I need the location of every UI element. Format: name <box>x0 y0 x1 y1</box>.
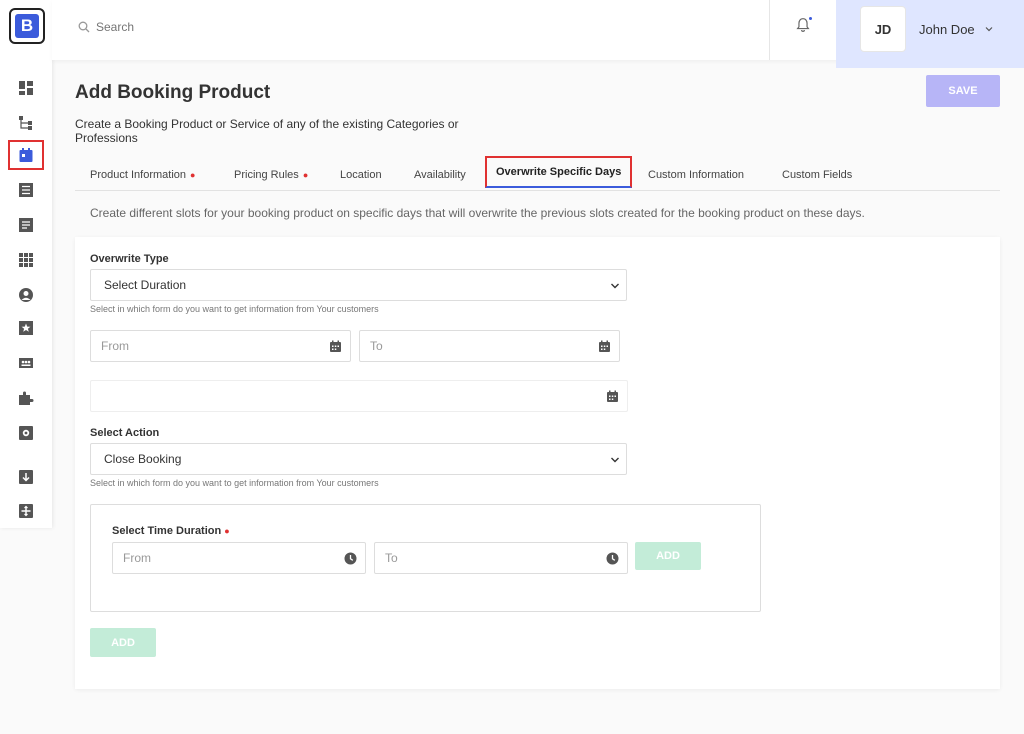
user-name: John Doe <box>919 22 975 37</box>
sidebar-item-hierarchy[interactable] <box>8 108 44 138</box>
overwrite-type-select[interactable]: Select Duration <box>90 269 627 301</box>
tab-label: Pricing Rules <box>234 169 299 181</box>
overwrite-form-card: Overwrite Type Select Duration Select in… <box>75 237 1000 689</box>
tab-availability[interactable]: Availability <box>414 159 466 190</box>
add-overwrite-button[interactable]: ADD <box>90 628 156 657</box>
select-action-value: Close Booking <box>104 452 182 466</box>
to-date-field[interactable] <box>359 330 620 362</box>
sidebar: B <box>0 0 52 528</box>
puzzle-icon <box>19 391 34 405</box>
tab-bar: Product Information ● Pricing Rules ● Loca… <box>75 156 1000 191</box>
tab-label: Overwrite Specific Days <box>496 166 622 178</box>
required-dot: ● <box>302 170 309 180</box>
brand-logo[interactable]: B <box>9 8 45 44</box>
tab-label: Custom Fields <box>782 169 853 181</box>
sidebar-item-download[interactable] <box>8 462 44 492</box>
to-date-input[interactable] <box>370 339 570 353</box>
hierarchy-icon <box>19 116 32 130</box>
sidebar-item-grid[interactable] <box>8 245 44 275</box>
overwrite-type-help: Select in which form do you want to get … <box>90 304 379 314</box>
gear-icon <box>19 426 33 440</box>
select-action-help: Select in which form do you want to get … <box>90 478 379 488</box>
sidebar-item-calendar[interactable] <box>8 140 44 170</box>
search-input[interactable] <box>96 20 296 34</box>
time-duration-label-text: Select Time Duration <box>112 525 222 537</box>
from-date-input[interactable] <box>101 339 301 353</box>
dashboard-icon <box>19 81 33 95</box>
sidebar-item-user[interactable] <box>8 280 44 310</box>
sidebar-item-expand[interactable] <box>8 496 44 526</box>
time-from-field[interactable] <box>112 542 366 574</box>
search-icon <box>78 21 90 33</box>
clock-icon <box>606 552 619 565</box>
tab-custom-fields[interactable]: Custom Fields <box>782 159 852 190</box>
topbar-divider <box>769 0 770 60</box>
sidebar-item-star[interactable] <box>8 313 44 343</box>
user-menu[interactable]: JD John Doe <box>836 0 1024 68</box>
expand-icon <box>19 504 33 518</box>
tab-location[interactable]: Location <box>340 159 382 190</box>
chevron-down-icon <box>985 27 993 32</box>
sidebar-item-dashboard[interactable] <box>8 73 44 103</box>
time-duration-label: Select Time Duration ● <box>112 525 230 537</box>
topbar: JD John Doe <box>52 0 1024 68</box>
time-to-field[interactable] <box>374 542 628 574</box>
overwrite-type-value: Select Duration <box>104 278 187 292</box>
notification-dot <box>808 16 813 21</box>
download-icon <box>19 470 33 484</box>
tab-pricing-rules[interactable]: Pricing Rules ● <box>234 159 308 190</box>
tab-description: Create different slots for your booking … <box>90 206 865 220</box>
sidebar-item-group[interactable] <box>8 348 44 378</box>
notifications-button[interactable] <box>794 16 814 36</box>
select-action-select[interactable]: Close Booking <box>90 443 627 475</box>
chevron-down-icon <box>611 283 619 289</box>
required-dot: ● <box>224 526 230 536</box>
tab-label: Product Information <box>90 169 186 181</box>
save-button[interactable]: SAVE <box>926 75 1000 107</box>
group-icon <box>19 358 33 368</box>
sidebar-item-puzzle[interactable] <box>8 383 44 413</box>
page-subtitle: Create a Booking Product or Service of a… <box>75 117 459 145</box>
tab-label: Availability <box>414 169 466 181</box>
sidebar-item-document[interactable] <box>8 210 44 240</box>
list-icon <box>19 183 33 197</box>
calendar-icon <box>330 340 341 352</box>
logo-letter: B <box>15 14 39 38</box>
time-duration-box: Select Time Duration● ADD <box>90 504 761 612</box>
sidebar-item-list[interactable] <box>8 175 44 205</box>
from-date-field[interactable] <box>90 330 351 362</box>
document-icon <box>19 218 33 232</box>
tab-label: Custom Information <box>648 169 744 181</box>
add-time-slot-button[interactable]: ADD <box>635 542 701 570</box>
star-icon <box>19 321 33 335</box>
specific-date-field[interactable] <box>90 380 628 412</box>
grid-icon <box>19 253 33 267</box>
clock-icon <box>344 552 357 565</box>
user-icon <box>19 288 33 302</box>
tab-overwrite-specific-days[interactable]: Overwrite Specific Days <box>485 156 633 188</box>
avatar: JD <box>860 6 906 52</box>
calendar-icon <box>19 148 33 162</box>
chevron-down-icon <box>611 457 619 463</box>
required-dot: ● <box>190 170 196 180</box>
tab-custom-information[interactable]: Custom Information <box>648 159 744 190</box>
time-to-input[interactable] <box>385 551 579 565</box>
sidebar-item-settings[interactable] <box>8 418 44 448</box>
specific-date-input[interactable] <box>101 389 522 403</box>
page-title: Add Booking Product <box>75 82 271 103</box>
tab-product-information[interactable]: Product Information ● <box>90 159 195 190</box>
time-from-input[interactable] <box>123 551 317 565</box>
tab-label: Location <box>340 169 382 181</box>
overwrite-type-label: Overwrite Type <box>90 253 169 265</box>
calendar-icon <box>607 390 618 402</box>
search-box[interactable] <box>78 20 296 34</box>
select-action-label: Select Action <box>90 427 160 439</box>
calendar-icon <box>599 340 610 352</box>
